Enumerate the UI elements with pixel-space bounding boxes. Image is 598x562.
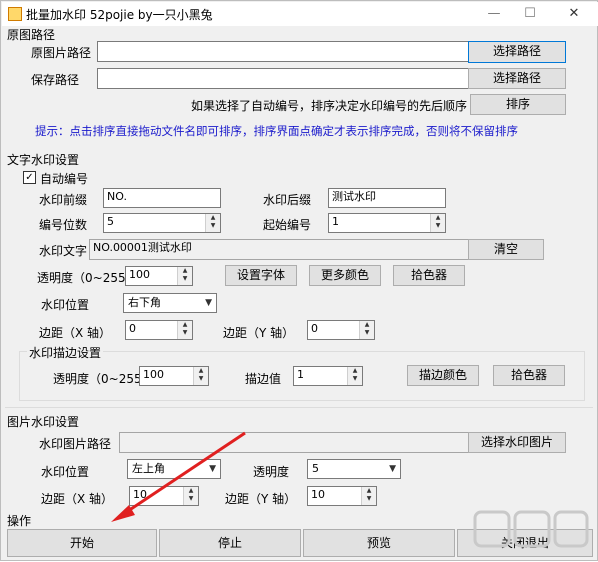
app-window: 批量加水印 52pojie by一只小黑兔 — ☐ ✕ 原图路径 原图片路径 选… bbox=[0, 0, 598, 561]
site-watermark-logo bbox=[473, 510, 589, 548]
annotation-arrow-icon bbox=[111, 431, 246, 522]
